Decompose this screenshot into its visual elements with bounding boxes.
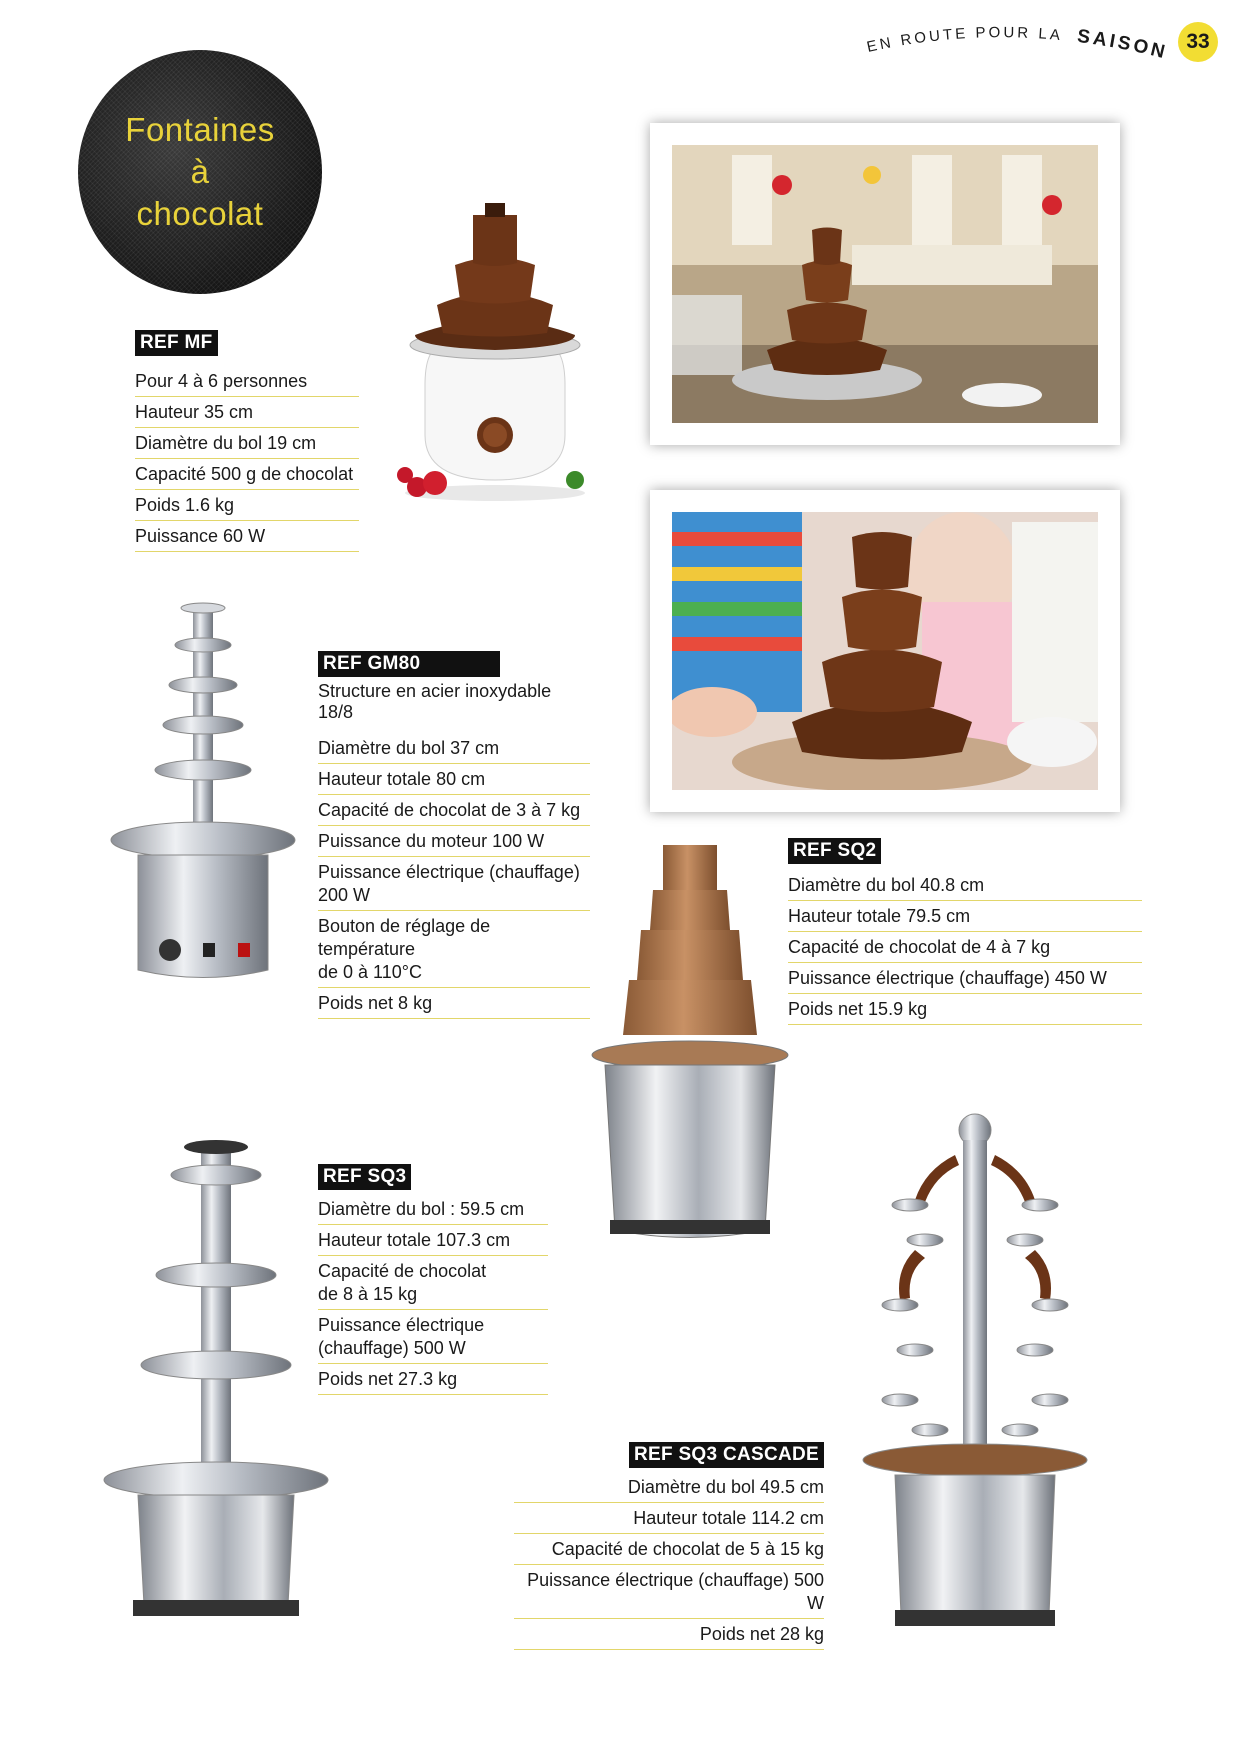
photo-banquet	[650, 123, 1120, 445]
spec-sq2-5: Poids net 15.9 kg	[788, 994, 1142, 1025]
spec-gm80-6: Bouton de réglage de température de 0 à …	[318, 911, 590, 988]
spec-sq3-4: Puissance électrique (chauffage) 500 W	[318, 1310, 548, 1364]
ref-label-sq3: REF SQ3	[318, 1164, 412, 1190]
spec-sq2-3: Capacité de chocolat de 4 à 7 kg	[788, 932, 1142, 963]
spec-block-gm80: REF GM80 Structure en acier inoxydable 1…	[318, 651, 590, 1019]
spec-cascade-4: Puissance électrique (chauffage) 500 W	[514, 1565, 824, 1619]
spec-mf-3: Diamètre du bol 19 cm	[135, 428, 359, 459]
spec-mf-6: Puissance 60 W	[135, 521, 359, 552]
title-badge: Fontaines à chocolat	[78, 50, 322, 294]
spec-gm80-6-line1: Bouton de réglage de température	[318, 916, 491, 959]
spec-block-sq3: REF SQ3 Diamètre du bol : 59.5 cm Hauteu…	[318, 1164, 548, 1395]
ref-label-cascade: REF SQ3 CASCADE	[628, 1442, 824, 1468]
ref-label-mf: REF MF	[135, 330, 218, 356]
spec-gm80-subtitle: Structure en acier inoxydable 18/8	[318, 681, 552, 722]
spec-block-sq2: REF SQ2 Diamètre du bol 40.8 cm Hauteur …	[788, 838, 1142, 1025]
spec-mf-2: Hauteur 35 cm	[135, 397, 359, 428]
spec-sq3-1: Diamètre du bol : 59.5 cm	[318, 1194, 548, 1225]
spec-gm80-3: Capacité de chocolat de 3 à 7 kg	[318, 795, 590, 826]
spec-sq3-2: Hauteur totale 107.3 cm	[318, 1225, 548, 1256]
photo-children	[650, 490, 1120, 812]
ref-label-sq2: REF SQ2	[788, 838, 882, 864]
spec-sq2-1: Diamètre du bol 40.8 cm	[788, 870, 1142, 901]
spec-sq3-4-line2: (chauffage) 500 W	[318, 1338, 466, 1358]
title-line-3: chocolat	[136, 195, 264, 232]
spec-gm80-2: Hauteur totale 80 cm	[318, 764, 590, 795]
spec-gm80-7: Poids net 8 kg	[318, 988, 590, 1019]
spec-mf-4: Capacité 500 g de chocolat	[135, 459, 359, 490]
spec-cascade-1: Diamètre du bol 49.5 cm	[514, 1472, 824, 1503]
product-image-gm80	[110, 602, 296, 978]
spec-mf-5: Poids 1.6 kg	[135, 490, 359, 521]
spec-block-mf: REF MF Pour 4 à 6 personnes Hauteur 35 c…	[135, 330, 359, 552]
spec-sq3-5: Poids net 27.3 kg	[318, 1364, 548, 1395]
season-header: EN ROUTE POUR LA SAISON 11	[858, 10, 1178, 66]
spec-gm80-1: Diamètre du bol 37 cm	[318, 733, 590, 764]
product-image-cascade	[862, 1113, 1088, 1626]
spec-sq3-3-line1: Capacité de chocolat	[318, 1261, 487, 1281]
spec-mf-1: Pour 4 à 6 personnes	[135, 366, 359, 397]
header-prefix: EN ROUTE POUR LA	[865, 24, 1063, 56]
spec-block-cascade: REF SQ3 CASCADE Diamètre du bol 49.5 cm …	[514, 1442, 824, 1650]
spec-sq2-4: Puissance électrique (chauffage) 450 W	[788, 963, 1142, 994]
spec-sq2-2: Hauteur totale 79.5 cm	[788, 901, 1142, 932]
spec-gm80-6-line2: de 0 à 110°C	[318, 962, 422, 982]
spec-cascade-2: Hauteur totale 114.2 cm	[514, 1503, 824, 1534]
svg-text:EN ROUTE POUR LA SAISON: EN ROUTE POUR LA SAISON 11	[858, 10, 1178, 66]
spec-sq3-4-line1: Puissance électrique	[318, 1315, 485, 1335]
spec-gm80-5: Puissance électrique (chauffage) 200 W	[318, 857, 590, 911]
page-number: 33	[1178, 22, 1218, 62]
product-image-sq2	[591, 845, 789, 1238]
product-image-mf	[397, 203, 585, 501]
spec-cascade-5: Poids net 28 kg	[514, 1619, 824, 1650]
spec-gm80-4: Puissance du moteur 100 W	[318, 826, 590, 857]
spec-sq3-3: Capacité de chocolat de 8 à 15 kg	[318, 1256, 548, 1310]
spec-sq3-3-line2: de 8 à 15 kg	[318, 1284, 418, 1304]
product-image-sq3	[103, 1140, 329, 1616]
ref-label-gm80: REF GM80	[318, 651, 501, 677]
title-line-1: Fontaines	[125, 111, 275, 148]
spec-cascade-3: Capacité de chocolat de 5 à 15 kg	[514, 1534, 824, 1565]
title-line-2: à	[190, 153, 210, 190]
